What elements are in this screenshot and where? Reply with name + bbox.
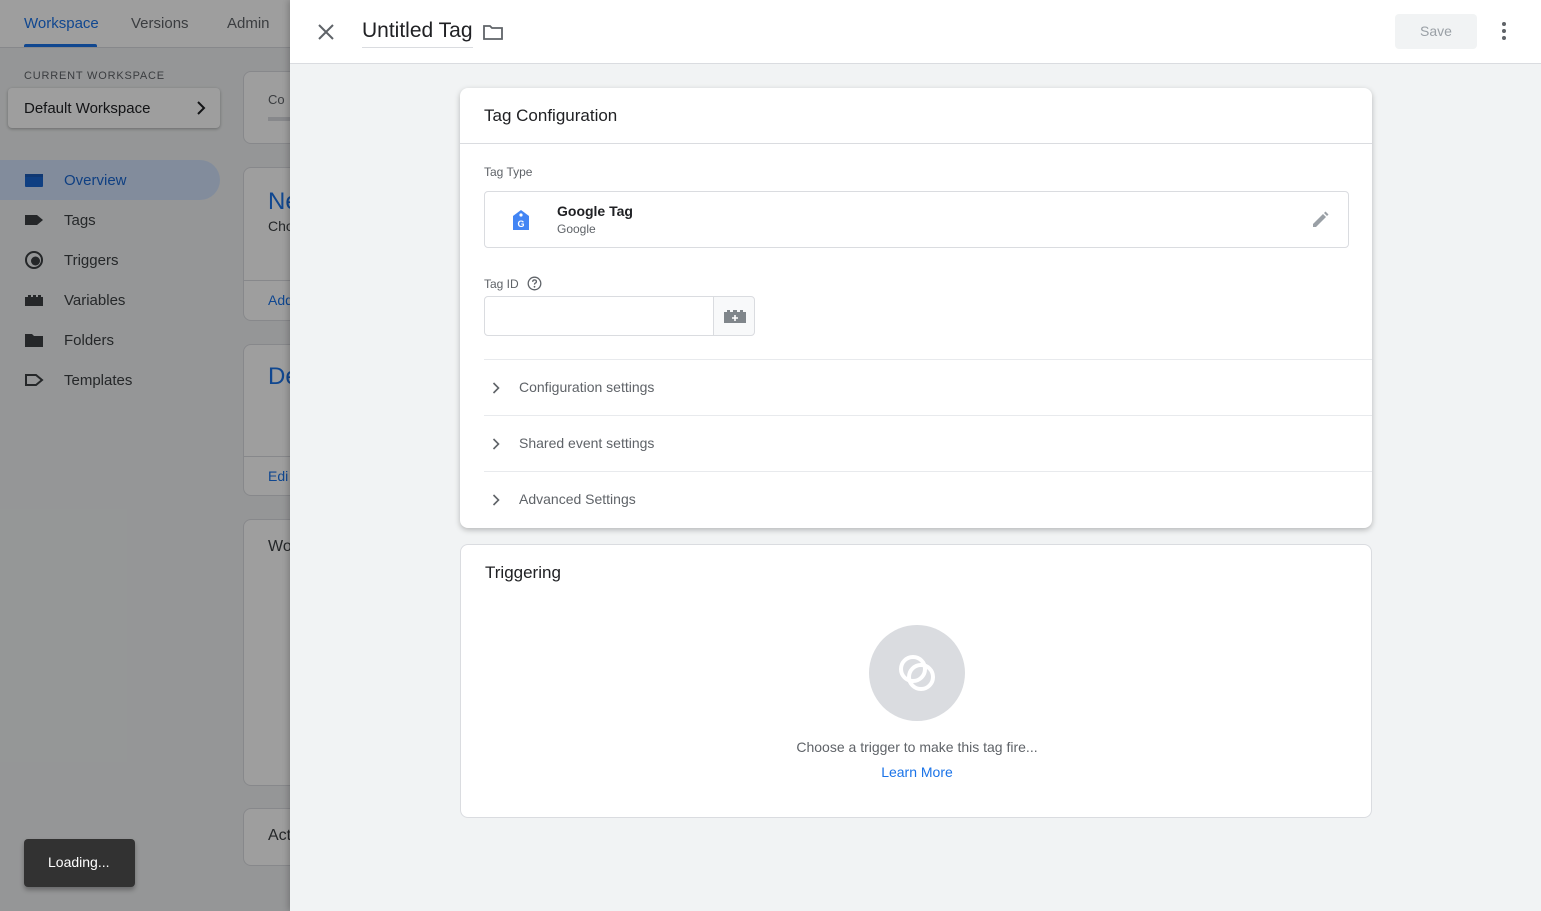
section-label: Shared event settings bbox=[519, 435, 655, 451]
tag-type-selector[interactable]: G Google Tag Google bbox=[484, 191, 1349, 248]
trigger-icon bbox=[899, 655, 935, 691]
chevron-right-icon bbox=[492, 382, 500, 394]
trigger-hint: Choose a trigger to make this tag fire..… bbox=[796, 739, 1038, 755]
chevron-right-icon bbox=[492, 438, 500, 450]
tag-name-title[interactable]: Untitled Tag bbox=[362, 19, 473, 48]
learn-more-link[interactable]: Learn More bbox=[461, 764, 1373, 780]
sheet-header: Untitled Tag Save bbox=[290, 0, 1541, 64]
tag-configuration-card: Tag Configuration Tag Type G Google Tag … bbox=[460, 88, 1372, 528]
add-trigger-button[interactable] bbox=[869, 625, 965, 721]
section-configuration-settings[interactable]: Configuration settings bbox=[484, 359, 1372, 415]
insert-variable-button[interactable] bbox=[713, 296, 755, 336]
card-title: Triggering bbox=[485, 563, 561, 582]
tag-editor-sheet: Untitled Tag Save Tag Configuration Tag … bbox=[290, 0, 1541, 911]
chevron-right-icon bbox=[492, 494, 500, 506]
close-icon[interactable] bbox=[316, 22, 336, 42]
scrim-overlay[interactable] bbox=[0, 0, 290, 911]
section-label: Configuration settings bbox=[519, 379, 655, 395]
card-title: Tag Configuration bbox=[484, 106, 618, 125]
section-shared-event-settings[interactable]: Shared event settings bbox=[484, 415, 1372, 471]
tag-type-label: Tag Type bbox=[484, 165, 533, 179]
triggering-card[interactable]: Triggering Choose a trigger to make this… bbox=[460, 544, 1372, 818]
edit-pencil-icon[interactable] bbox=[1310, 210, 1330, 230]
variable-icon bbox=[724, 310, 746, 323]
section-label: Advanced Settings bbox=[519, 491, 636, 507]
section-advanced-settings[interactable]: Advanced Settings bbox=[484, 471, 1372, 527]
folder-icon[interactable] bbox=[482, 22, 504, 42]
save-button[interactable]: Save bbox=[1395, 14, 1477, 49]
google-tag-icon: G bbox=[513, 210, 529, 230]
tag-type-name: Google Tag bbox=[557, 203, 633, 219]
svg-text:G: G bbox=[517, 219, 524, 229]
tag-id-input[interactable] bbox=[484, 296, 714, 336]
divider bbox=[460, 143, 1372, 144]
more-vert-icon[interactable] bbox=[1497, 20, 1511, 42]
tag-id-label: Tag ID bbox=[484, 277, 519, 291]
help-icon[interactable] bbox=[527, 276, 542, 291]
tag-type-vendor: Google bbox=[557, 222, 596, 236]
loading-toast: Loading... bbox=[24, 839, 135, 887]
